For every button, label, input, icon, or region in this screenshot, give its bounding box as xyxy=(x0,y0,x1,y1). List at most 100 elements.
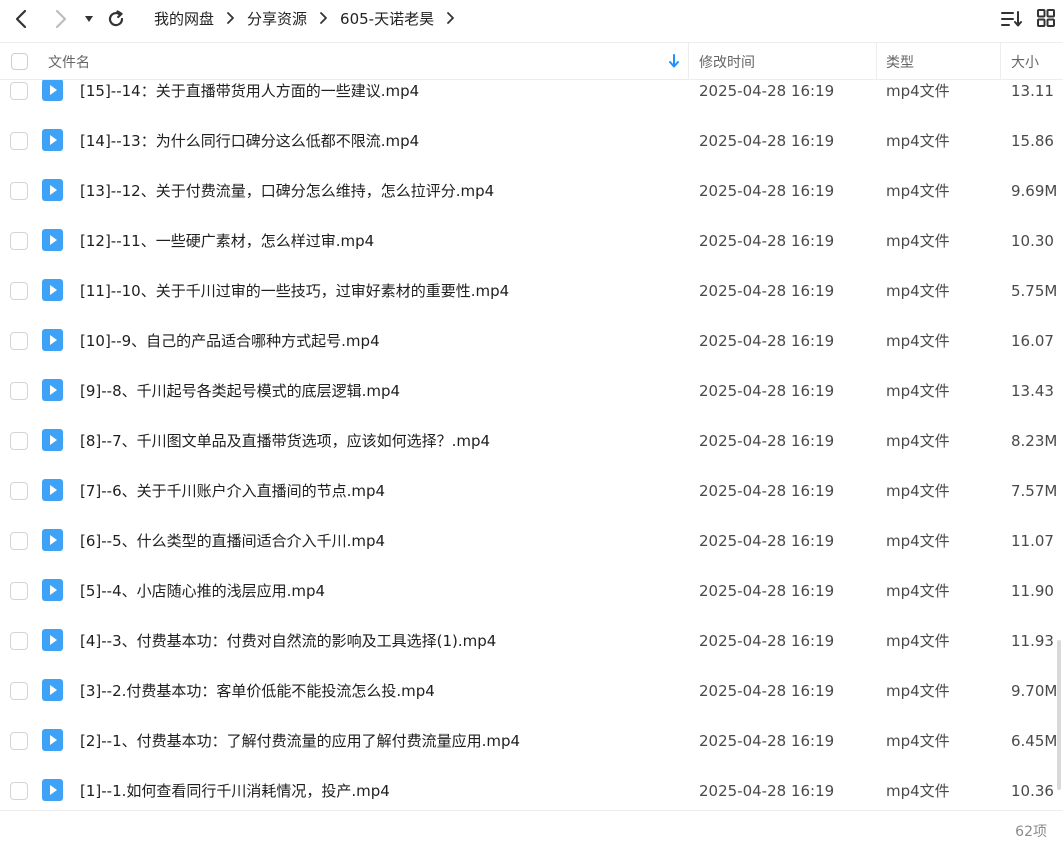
file-type: mp4文件 xyxy=(886,82,950,100)
file-checkbox[interactable] xyxy=(10,782,28,800)
video-file-icon xyxy=(42,529,63,551)
file-modified: 2025-04-28 16:19 xyxy=(699,682,835,700)
file-checkbox[interactable] xyxy=(10,432,28,450)
file-row[interactable]: [6]--5、什么类型的直播间适合介入千川.mp4 2025-04-28 16:1… xyxy=(0,516,1063,566)
chevron-right-icon xyxy=(226,11,235,25)
file-checkbox[interactable] xyxy=(10,582,28,600)
file-name[interactable]: [7]--6、关于千川账户介入直播间的节点.mp4 xyxy=(80,466,385,516)
video-file-icon xyxy=(42,179,63,201)
breadcrumb-item-my-drive[interactable]: 我的网盘 xyxy=(154,8,214,29)
video-file-icon xyxy=(42,729,63,751)
video-file-icon xyxy=(42,80,63,101)
file-row[interactable]: [7]--6、关于千川账户介入直播间的节点.mp4 2025-04-28 16:1… xyxy=(0,466,1063,516)
file-name[interactable]: [4]--3、付费基本功：付费对自然流的影响及工具选择(1).mp4 xyxy=(80,616,496,666)
file-row[interactable]: [4]--3、付费基本功：付费对自然流的影响及工具选择(1).mp4 2025-0… xyxy=(0,616,1063,666)
column-header-name[interactable]: 文件名 xyxy=(48,43,90,80)
vertical-scrollbar[interactable] xyxy=(1055,80,1063,810)
file-row[interactable]: [14]--13：为什么同行口碑分这么低都不限流.mp4 2025-04-28 1… xyxy=(0,116,1063,166)
breadcrumb-item-current-folder[interactable]: 605-天诺老昊 xyxy=(340,8,434,29)
video-file-icon xyxy=(42,229,63,251)
file-type: mp4文件 xyxy=(886,482,950,500)
file-row[interactable]: [13]--12、关于付费流量，口碑分怎么维持，怎么拉评分.mp4 2025-04… xyxy=(0,166,1063,216)
file-type: mp4文件 xyxy=(886,332,950,350)
file-checkbox[interactable] xyxy=(10,632,28,650)
file-row[interactable]: [3]--2.付费基本功：客单价低能不能投流怎么投.mp4 2025-04-28 … xyxy=(0,666,1063,716)
file-row[interactable]: [1]--1.如何查看同行千川消耗情况，投产.mp4 2025-04-28 16:… xyxy=(0,766,1063,810)
file-checkbox[interactable] xyxy=(10,332,28,350)
video-file-icon xyxy=(42,779,63,801)
file-name[interactable]: [12]--11、一些硬广素材，怎么样过审.mp4 xyxy=(80,216,374,266)
file-checkbox[interactable] xyxy=(10,282,28,300)
sort-list-icon xyxy=(1001,11,1022,27)
file-row[interactable]: [5]--4、小店随心推的浅层应用.mp4 2025-04-28 16:19 mp4… xyxy=(0,566,1063,616)
file-list: [15]--14：关于直播带货用人方面的一些建议.mp4 2025-04-28 1… xyxy=(0,80,1063,810)
back-button[interactable] xyxy=(8,6,34,32)
file-name[interactable]: [13]--12、关于付费流量，口碑分怎么维持，怎么拉评分.mp4 xyxy=(80,166,494,216)
file-modified: 2025-04-28 16:19 xyxy=(699,82,835,100)
column-divider[interactable] xyxy=(876,43,877,80)
file-row[interactable]: [2]--1、付费基本功：了解付费流量的应用了解付费流量应用.mp4 2025-0… xyxy=(0,716,1063,766)
file-checkbox[interactable] xyxy=(10,132,28,150)
file-name[interactable]: [14]--13：为什么同行口碑分这么低都不限流.mp4 xyxy=(80,116,419,166)
file-row[interactable]: [8]--7、千川图文单品及直播带货选项，应该如何选择？.mp4 2025-04-… xyxy=(0,416,1063,466)
file-modified: 2025-04-28 16:19 xyxy=(699,232,835,250)
chevron-right-icon xyxy=(55,9,67,29)
forward-button[interactable] xyxy=(48,6,74,32)
file-row[interactable]: [10]--9、自己的产品适合哪种方式起号.mp4 2025-04-28 16:1… xyxy=(0,316,1063,366)
file-name[interactable]: [1]--1.如何查看同行千川消耗情况，投产.mp4 xyxy=(80,766,390,810)
file-type: mp4文件 xyxy=(886,182,950,200)
file-modified: 2025-04-28 16:19 xyxy=(699,332,835,350)
caret-down-icon xyxy=(85,16,93,22)
file-name[interactable]: [2]--1、付费基本功：了解付费流量的应用了解付费流量应用.mp4 xyxy=(80,716,520,766)
select-all-checkbox[interactable] xyxy=(11,53,28,70)
refresh-button[interactable] xyxy=(104,6,128,32)
file-name[interactable]: [10]--9、自己的产品适合哪种方式起号.mp4 xyxy=(80,316,380,366)
video-file-icon xyxy=(42,379,63,401)
file-modified: 2025-04-28 16:19 xyxy=(699,482,835,500)
file-row[interactable]: [12]--11、一些硬广素材，怎么样过审.mp4 2025-04-28 16:1… xyxy=(0,216,1063,266)
view-mode-button[interactable] xyxy=(1036,8,1058,30)
file-name[interactable]: [15]--14：关于直播带货用人方面的一些建议.mp4 xyxy=(80,80,419,116)
file-type: mp4文件 xyxy=(886,532,950,550)
file-checkbox[interactable] xyxy=(10,82,28,100)
breadcrumb-item-shared-resources[interactable]: 分享资源 xyxy=(247,8,307,29)
file-list-header: 文件名 修改时间 类型 大小 xyxy=(0,42,1063,80)
file-name[interactable]: [8]--7、千川图文单品及直播带货选项，应该如何选择？.mp4 xyxy=(80,416,490,466)
file-modified: 2025-04-28 16:19 xyxy=(699,132,835,150)
status-bar: 62项 xyxy=(0,810,1063,847)
column-header-modified[interactable]: 修改时间 xyxy=(699,43,755,80)
chevron-right-icon xyxy=(446,11,455,25)
sort-button[interactable] xyxy=(1000,8,1024,30)
file-modified: 2025-04-28 16:19 xyxy=(699,632,835,650)
file-modified: 2025-04-28 16:19 xyxy=(699,282,835,300)
file-checkbox[interactable] xyxy=(10,182,28,200)
file-row[interactable]: [11]--10、关于千川过审的一些技巧，过审好素材的重要性.mp4 2025-0… xyxy=(0,266,1063,316)
file-type: mp4文件 xyxy=(886,632,950,650)
column-divider[interactable] xyxy=(688,43,689,80)
file-name[interactable]: [5]--4、小店随心推的浅层应用.mp4 xyxy=(80,566,325,616)
toolbar: 我的网盘 分享资源 605-天诺老昊 xyxy=(0,0,1063,40)
scrollbar-thumb[interactable] xyxy=(1057,640,1061,790)
video-file-icon xyxy=(42,479,63,501)
file-row[interactable]: [15]--14：关于直播带货用人方面的一些建议.mp4 2025-04-28 1… xyxy=(0,80,1063,116)
file-checkbox[interactable] xyxy=(10,732,28,750)
file-row[interactable]: [9]--8、千川起号各类起号模式的底层逻辑.mp4 2025-04-28 16:… xyxy=(0,366,1063,416)
file-name[interactable]: [6]--5、什么类型的直播间适合介入千川.mp4 xyxy=(80,516,385,566)
file-name[interactable]: [11]--10、关于千川过审的一些技巧，过审好素材的重要性.mp4 xyxy=(80,266,509,316)
history-dropdown-button[interactable] xyxy=(80,6,98,32)
column-header-size[interactable]: 大小 xyxy=(1011,43,1039,80)
file-name[interactable]: [9]--8、千川起号各类起号模式的底层逻辑.mp4 xyxy=(80,366,400,416)
file-modified: 2025-04-28 16:19 xyxy=(699,532,835,550)
refresh-icon xyxy=(108,10,124,27)
chevron-left-icon xyxy=(15,9,27,29)
file-name[interactable]: [3]--2.付费基本功：客单价低能不能投流怎么投.mp4 xyxy=(80,666,435,716)
sort-descending-icon xyxy=(668,54,680,72)
file-checkbox[interactable] xyxy=(10,382,28,400)
column-divider[interactable] xyxy=(1000,43,1001,80)
video-file-icon xyxy=(42,579,63,601)
file-checkbox[interactable] xyxy=(10,482,28,500)
file-checkbox[interactable] xyxy=(10,532,28,550)
file-checkbox[interactable] xyxy=(10,232,28,250)
column-header-type[interactable]: 类型 xyxy=(886,43,914,80)
file-checkbox[interactable] xyxy=(10,682,28,700)
